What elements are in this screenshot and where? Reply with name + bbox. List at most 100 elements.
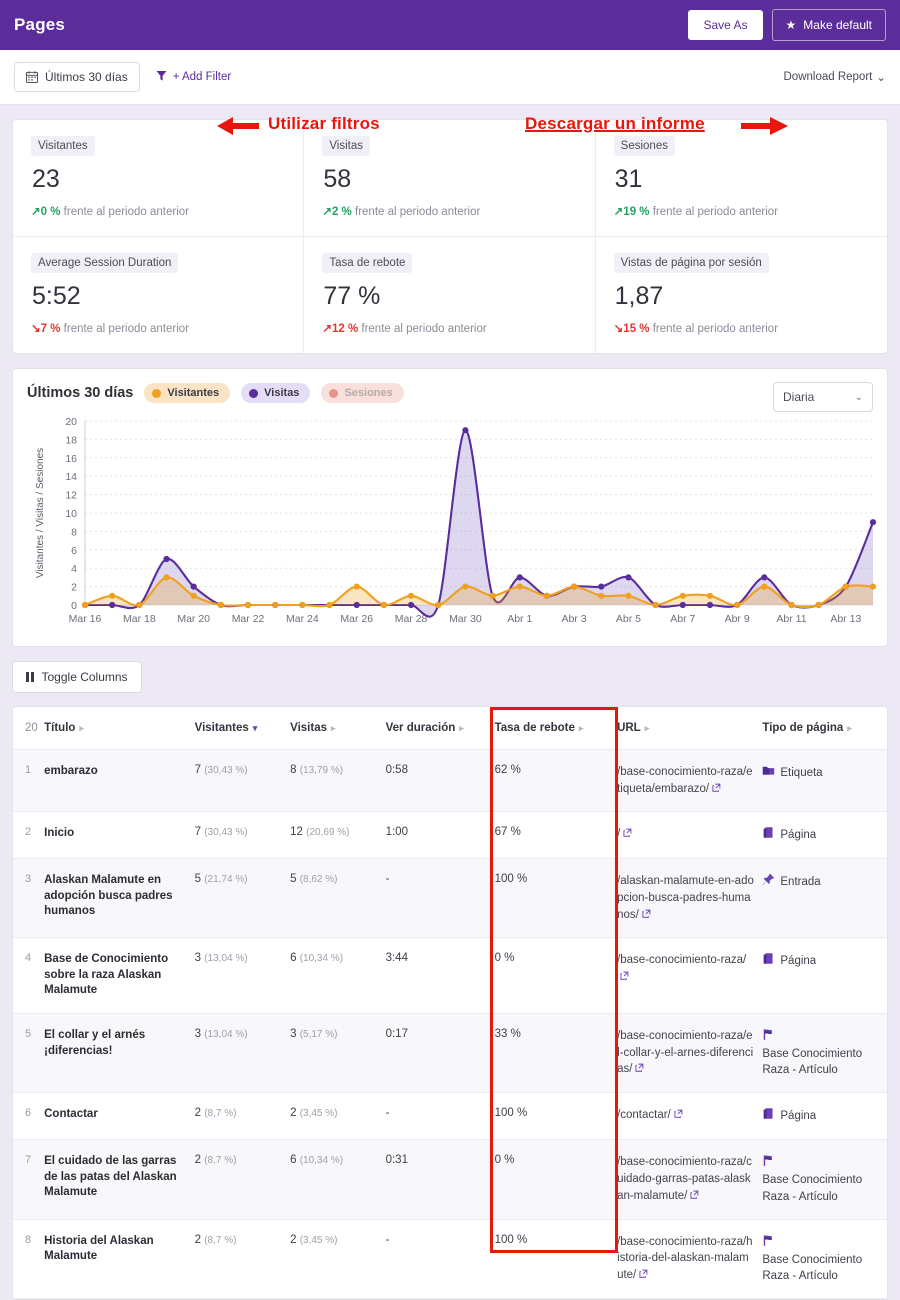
date-range-button[interactable]: Últimos 30 días <box>14 62 140 92</box>
visitantes-percent: (8,7 %) <box>204 1108 237 1120</box>
page-title: Pages <box>14 15 66 34</box>
table-row[interactable]: 6 Contactar 2 (8,7 %) 2 (3,45 %) -100 %/cont… <box>13 1092 887 1141</box>
legend-visitas[interactable]: Visitas <box>241 383 311 403</box>
stats-grid: Visitantes 23 ↗0 % frente al periodo ant… <box>12 119 888 354</box>
cell-tasa-de-rebote: 0 % <box>494 1139 618 1220</box>
cell-url[interactable]: /base-conocimiento-raza/historia-del-ala… <box>617 1219 763 1299</box>
make-default-button[interactable]: ★ Make default <box>771 9 886 41</box>
visitantes-percent: (13,04 %) <box>204 1029 248 1040</box>
flag-icon <box>762 1028 874 1046</box>
date-range-label: Últimos 30 días <box>45 70 128 84</box>
stat-label: Visitantes <box>31 136 95 156</box>
traffic-chart-card: Últimos 30 días Visitantes Visitas Sesio… <box>12 368 888 647</box>
external-link-icon[interactable] <box>617 971 629 983</box>
cell-title[interactable]: Alaskan Malamute en adopción busca padre… <box>44 858 195 939</box>
cell-visitantes: 7 (30,43 %) <box>194 811 291 860</box>
header-tasa-de-rebote[interactable]: Tasa de rebote ▸ <box>494 707 618 750</box>
cell-title[interactable]: Base de Conocimiento sobre la raza Alask… <box>44 937 195 1014</box>
toggle-columns-button[interactable]: Toggle Columns <box>12 661 142 693</box>
header-titulo[interactable]: Título ▸ <box>44 707 195 750</box>
stat-value: 5:52 <box>32 282 81 310</box>
add-filter-link[interactable]: + Add Filter <box>156 70 231 85</box>
book-icon <box>762 952 775 970</box>
external-link-icon[interactable] <box>671 1109 683 1121</box>
chart-header: Últimos 30 días Visitantes Visitas Sesio… <box>27 383 873 403</box>
cell-tipo-de-pagina: Página <box>762 937 887 1014</box>
cell-url[interactable]: /base-conocimiento-raza/cuidado-garras-p… <box>617 1139 763 1220</box>
table-row[interactable]: 3 Alaskan Malamute en adopción busca padr… <box>13 858 887 939</box>
external-link-icon[interactable] <box>620 828 632 840</box>
table-row[interactable]: 1 embarazo 7 (30,43 %) 8 (13,79 %) 0:58 62 % /… <box>13 749 887 813</box>
cell-url[interactable]: /base-conocimiento-raza/etiqueta/embaraz… <box>617 749 763 813</box>
table-row[interactable]: 7 El cuidado de las garras de las patas d… <box>13 1139 887 1220</box>
cell-visitas: 6 (10,34 %) <box>290 1139 386 1220</box>
cell-title[interactable]: El collar y el arnés ¡diferencias! <box>44 1013 195 1094</box>
cell-duracion: - <box>385 858 495 939</box>
cell-tipo-de-pagina: Base Conocimiento Raza - Artículo <box>762 1219 887 1299</box>
cell-url[interactable]: /base-conocimiento-raza/ <box>617 937 763 1014</box>
svg-text:Mar 28: Mar 28 <box>395 613 428 625</box>
cell-title[interactable]: Historia del Alaskan Malamute <box>44 1219 195 1299</box>
folder-icon <box>762 764 775 782</box>
cell-tipo-de-pagina: Etiqueta <box>762 749 887 813</box>
visitas-percent: (3,45 %) <box>299 1234 338 1246</box>
cell-url[interactable]: /contactar/ <box>617 1092 763 1141</box>
table-row[interactable]: 2 Inicio 7 (30,43 %) 12 (20,69 %) 1:00 67 % / P… <box>13 811 887 860</box>
header-url[interactable]: URL ▸ <box>617 707 763 750</box>
cell-url[interactable]: /alaskan-malamute-en-adopcion-busca-padr… <box>617 858 763 939</box>
cell-tipo-de-pagina: Página <box>762 811 887 860</box>
stat-label: Tasa de rebote <box>322 253 413 273</box>
external-link-icon[interactable] <box>636 1269 648 1281</box>
cell-tipo-de-pagina: Entrada <box>762 858 887 939</box>
legend-label: Visitantes <box>167 387 220 399</box>
save-as-button[interactable]: Save As <box>688 10 763 40</box>
external-link-icon[interactable] <box>709 783 721 795</box>
visitantes-percent: (8,7 %) <box>204 1234 237 1246</box>
stat-delta: ↗12 % frente al periodo anterior <box>322 321 576 335</box>
external-link-icon[interactable] <box>632 1063 644 1075</box>
visitas-percent: (10,34 %) <box>299 1155 344 1167</box>
svg-text:4: 4 <box>71 563 77 575</box>
header-visitas[interactable]: Visitas ▸ <box>290 707 386 750</box>
cell-duracion: 0:31 <box>385 1139 495 1220</box>
cell-title[interactable]: Inicio <box>44 811 195 860</box>
svg-text:20: 20 <box>65 416 77 428</box>
svg-text:Mar 22: Mar 22 <box>232 613 265 625</box>
columns-icon <box>26 672 34 682</box>
header-rank-count: 20 <box>13 707 45 750</box>
cell-title[interactable]: Contactar <box>44 1092 195 1141</box>
sort-icon: ▸ <box>644 723 650 733</box>
svg-text:Mar 26: Mar 26 <box>340 613 373 625</box>
period-select[interactable]: Diaria ⌄ <box>773 382 873 412</box>
header-tipo-de-pagina[interactable]: Tipo de página ▸ <box>762 707 887 750</box>
header-ver-duracion[interactable]: Ver duración ▸ <box>385 707 495 750</box>
cell-url[interactable]: / <box>617 811 763 860</box>
app-header: Pages Save As ★ Make default <box>0 0 900 50</box>
external-link-icon[interactable] <box>639 909 651 921</box>
visitantes-percent: (21,74 %) <box>204 874 248 886</box>
pages-table-card: 20 Título ▸ Visitantes ▾ Visitas ▸ Ver dura… <box>12 706 888 1300</box>
table-row[interactable]: 8 Historia del Alaskan Malamute 2 (8,7 %) 2… <box>13 1219 887 1299</box>
stat-value: 58 <box>323 165 352 193</box>
external-link-icon[interactable] <box>687 1190 699 1202</box>
legend-visitantes[interactable]: Visitantes <box>144 383 231 403</box>
visitas-percent: (3,45 %) <box>299 1108 338 1120</box>
stat-label: Sesiones <box>613 136 675 156</box>
svg-text:Abr 11: Abr 11 <box>776 613 806 625</box>
table-row[interactable]: 4 Base de Conocimiento sobre la raza Alas… <box>13 937 887 1014</box>
legend-sesiones[interactable]: Sesiones <box>321 383 404 403</box>
svg-text:Mar 16: Mar 16 <box>69 613 102 625</box>
stat-label: Visitas <box>322 136 370 156</box>
visitantes-percent: (13,04 %) <box>204 953 248 965</box>
cell-title[interactable]: embarazo <box>44 749 195 813</box>
cell-title[interactable]: El cuidado de las garras de las patas de… <box>44 1139 195 1220</box>
svg-text:Abr 1: Abr 1 <box>507 613 532 625</box>
cell-visitantes: 7 (30,43 %) <box>194 749 291 813</box>
download-report-link[interactable]: Download Report ⌄ <box>784 70 887 84</box>
cell-duracion: 1:00 <box>385 811 495 860</box>
cell-visitas: 5 (8,62 %) <box>290 858 386 939</box>
table-row[interactable]: 5 El collar y el arnés ¡diferencias! 3 (13… <box>13 1013 887 1094</box>
header-visitantes[interactable]: Visitantes ▾ <box>194 707 291 750</box>
delta-value: ↘7 % <box>31 323 61 335</box>
cell-url[interactable]: /base-conocimiento-raza/el-collar-y-el-a… <box>617 1013 763 1094</box>
